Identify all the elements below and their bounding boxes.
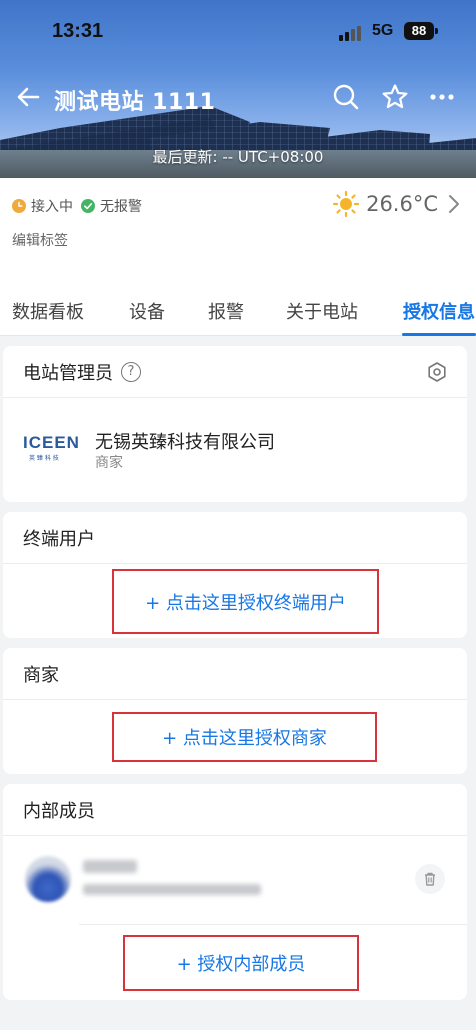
signal-icon — [339, 25, 365, 41]
card-header: 终端用户 — [3, 512, 467, 564]
tab-dashboard[interactable]: 数据看板 — [12, 298, 84, 324]
edit-tag-link[interactable]: 编辑标签 — [12, 230, 68, 250]
active-tab-indicator — [402, 333, 476, 336]
help-icon[interactable]: ? — [121, 361, 141, 382]
status-bar: 13:31 5G 88 — [0, 0, 476, 62]
authorize-end-user-button[interactable]: + 点击这里授权终端用户 — [112, 569, 379, 634]
card-header: 内部成员 — [3, 784, 467, 836]
card-title: 内部成员 — [23, 800, 95, 822]
tab-bar: 数据看板 设备 报警 关于电站 授权信息 — [0, 294, 476, 336]
page-title: 测试电站 1111 — [54, 90, 216, 115]
last-update-text: 最后更新: -- UTC+08:00 — [152, 148, 324, 166]
divider — [79, 924, 467, 925]
battery-tip — [435, 28, 438, 34]
admin-company-row: ICEEN 英 臻 科 技 无锡英臻科技有限公司 商家 — [3, 398, 467, 498]
top-nav: 测试电站 1111 — [0, 72, 476, 124]
authorize-internal-member-button[interactable]: + 授权内部成员 — [123, 935, 359, 991]
member-name-redacted — [83, 860, 137, 873]
end-user-card: 终端用户 + 点击这里授权终端用户 — [3, 512, 467, 638]
temperature-value: 26.6°C — [366, 192, 438, 216]
check-icon — [81, 199, 95, 213]
company-name: 无锡英臻科技有限公司 — [95, 432, 275, 453]
tab-alarms[interactable]: 报警 — [208, 298, 244, 324]
station-admin-card: 电站管理员 ? ICEEN 英 臻 科 技 无锡英臻科技有限公司 商家 — [3, 346, 467, 502]
weather-widget[interactable]: 26.6°C — [332, 190, 460, 218]
authorize-merchant-button[interactable]: + 点击这里授权商家 — [112, 712, 377, 762]
card-header: 电站管理员 ? — [3, 346, 467, 398]
chevron-right-icon — [449, 195, 459, 213]
clock-icon — [12, 199, 26, 213]
avatar — [25, 856, 71, 902]
svg-text:英 臻 科 技: 英 臻 科 技 — [29, 454, 59, 462]
card-title: 终端用户 — [23, 528, 95, 550]
company-role: 商家 — [95, 455, 123, 471]
network-type: 5G — [372, 22, 394, 39]
sun-icon — [332, 190, 360, 218]
card-header: 商家 — [3, 648, 467, 700]
member-list-item — [3, 836, 467, 924]
alarm-status: 无报警 — [100, 199, 142, 215]
company-logo: ICEEN 英 臻 科 技 — [23, 433, 80, 462]
tab-devices[interactable]: 设备 — [129, 298, 165, 324]
internal-members-card: 内部成员 + 授权内部成员 — [3, 784, 467, 1000]
trash-icon — [425, 872, 435, 886]
star-icon[interactable] — [380, 82, 410, 112]
battery-icon: 88 — [404, 22, 434, 40]
card-title: 商家 — [23, 664, 59, 686]
station-info-section: 接入中 无报警 26.6°C 编辑标签 数据看板 设备 报警 关于电站 授权信息 — [0, 178, 476, 336]
status-time: 13:31 — [52, 20, 104, 42]
station-status-row: 接入中 无报警 — [12, 196, 142, 216]
search-icon[interactable] — [331, 82, 361, 112]
delete-member-button[interactable] — [415, 864, 445, 894]
settings-icon[interactable] — [425, 360, 449, 384]
merchant-card: 商家 + 点击这里授权商家 — [3, 648, 467, 774]
more-icon[interactable] — [428, 82, 458, 112]
connection-status: 接入中 — [31, 199, 73, 215]
station-hero-banner: 13:31 5G 88 测试电站 1111 最后更新: -- UTC+08:00 — [0, 0, 476, 178]
back-arrow-icon[interactable] — [14, 82, 44, 112]
card-title: 电站管理员 — [23, 362, 113, 384]
tab-about-station[interactable]: 关于电站 — [286, 298, 358, 324]
svg-text:ICEEN: ICEEN — [23, 433, 80, 452]
member-detail-redacted — [83, 884, 261, 895]
tab-authorization-info[interactable]: 授权信息 — [403, 298, 475, 324]
